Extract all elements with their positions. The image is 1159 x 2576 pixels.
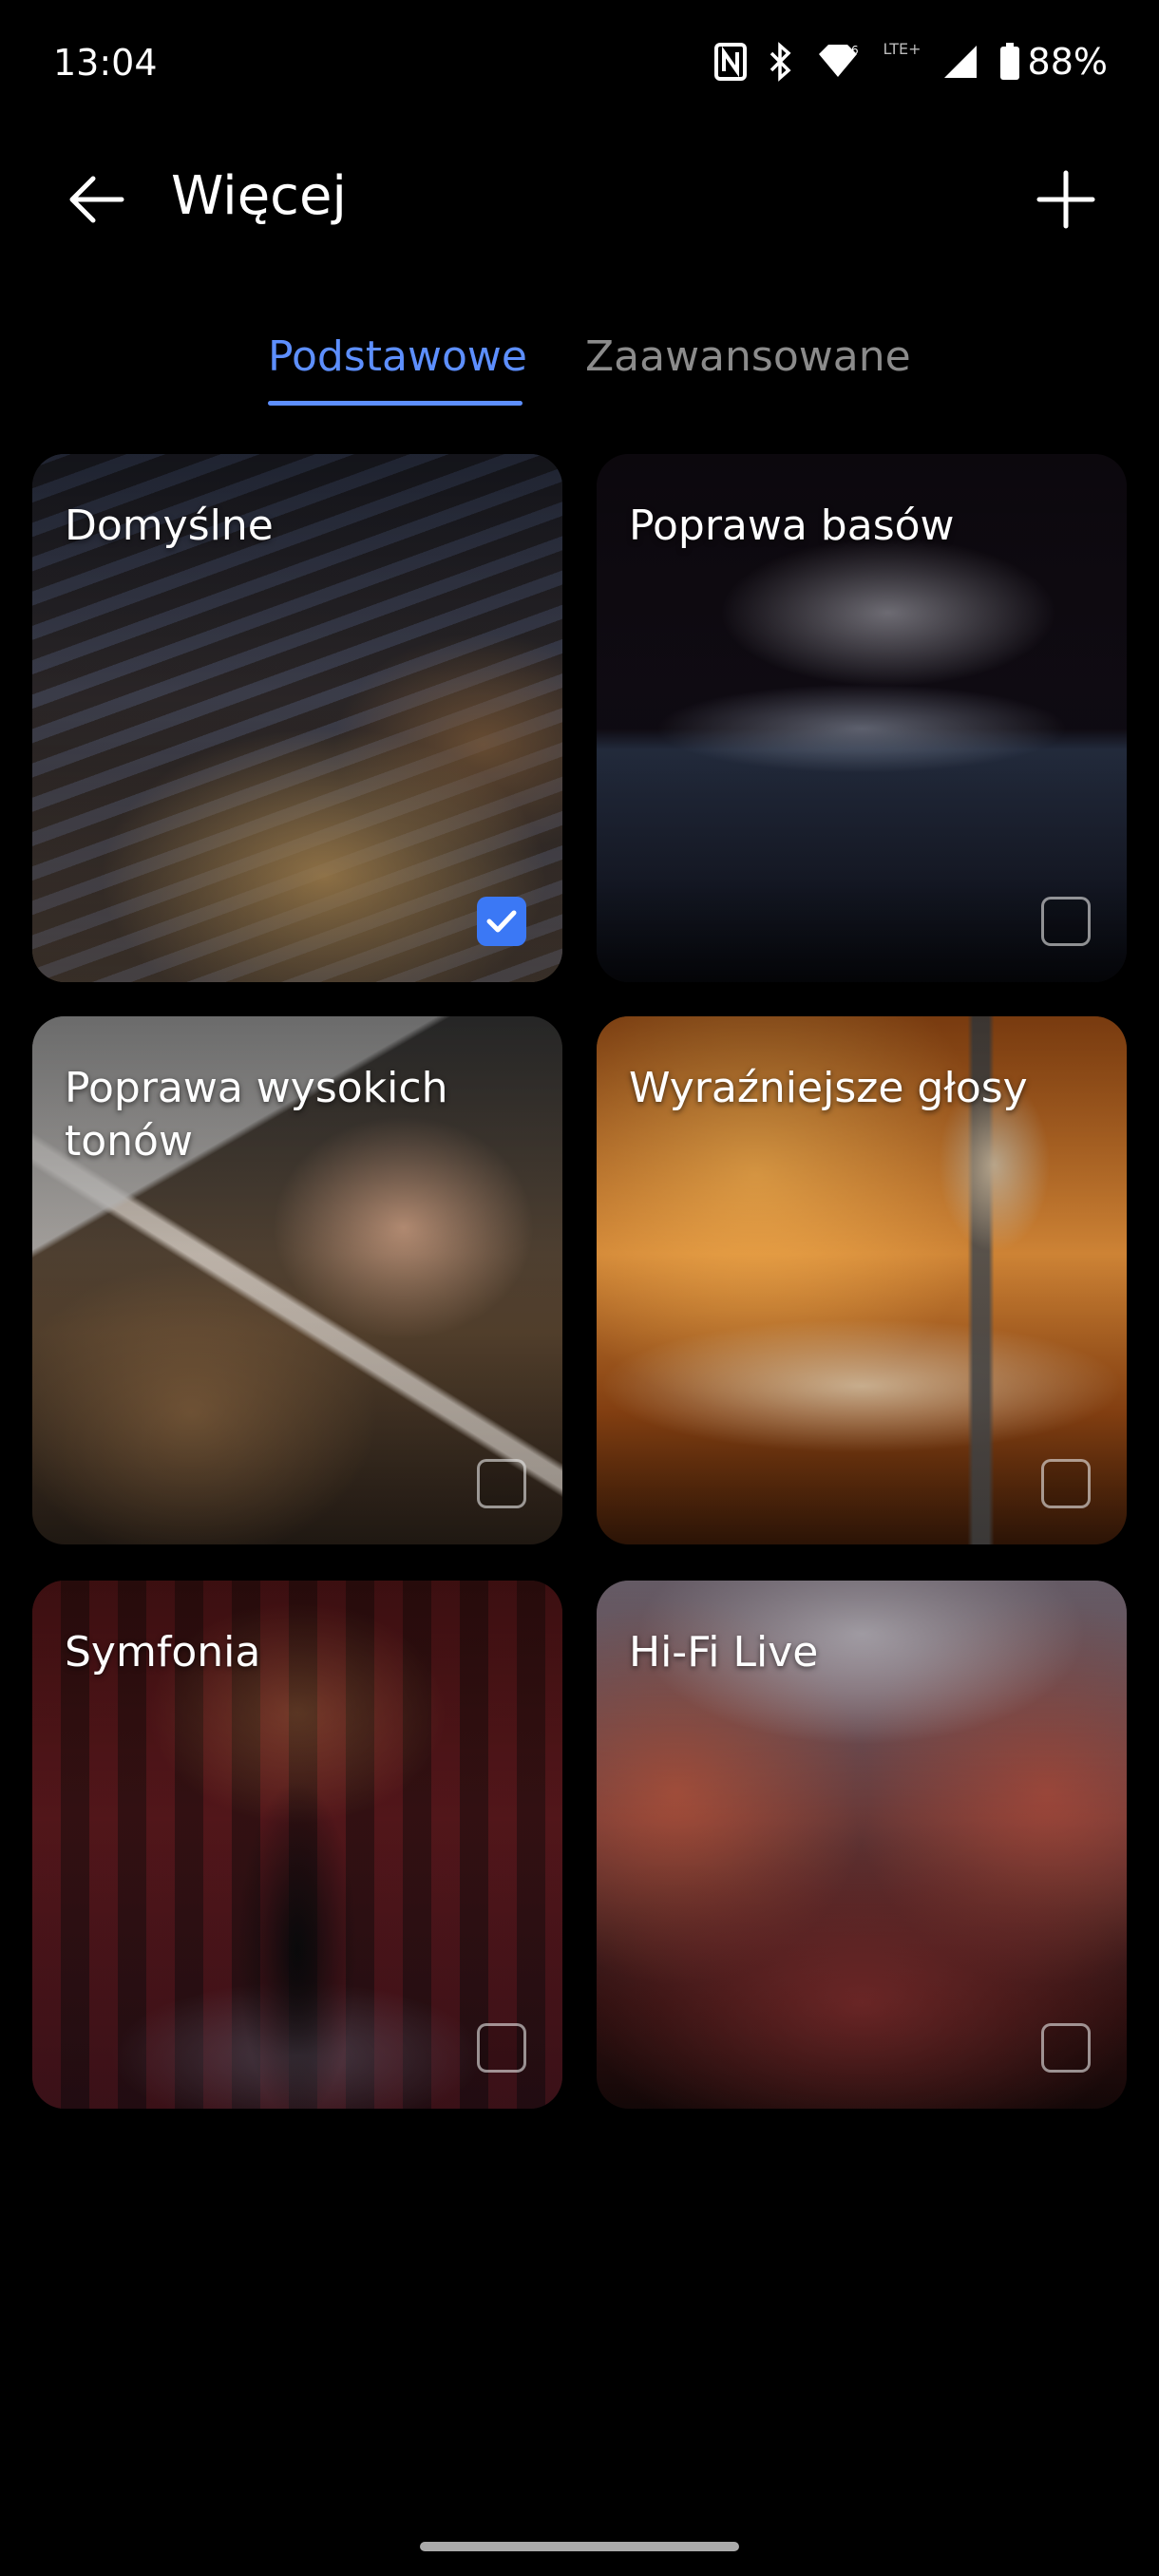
preset-card-default[interactable]: Domyślne [32,454,562,982]
bluetooth-icon [768,42,794,82]
battery-percentage: 88% [1027,41,1108,83]
preset-checkbox[interactable] [1041,2023,1091,2073]
signal-icon [942,44,978,80]
preset-card-vocals[interactable]: Wyraźniejsze głosy [597,1016,1127,1544]
add-button[interactable] [1032,165,1100,234]
preset-label: Wyraźniejsze głosy [629,1064,1028,1112]
preset-card-bass[interactable]: Poprawa basów [597,454,1127,982]
tab-basic[interactable]: Podstawowe [268,332,527,381]
hotspot-diamond-icon: 6 [815,43,863,81]
nfc-icon [713,43,747,81]
status-time: 13:04 [53,42,158,84]
svg-text:6: 6 [851,44,859,57]
preset-checkbox[interactable] [477,2023,526,2073]
preset-checkbox[interactable] [1041,1459,1091,1508]
preset-checkbox[interactable] [1041,897,1091,946]
preset-label: Poprawa wysokich tonów [65,1064,448,1165]
status-bar: 13:04 6 LTE+ 88% [0,0,1159,123]
tab-bar: Podstawowe Zaawansowane [0,332,1159,418]
preset-label: Poprawa basów [629,502,955,550]
preset-label: Hi-Fi Live [629,1628,819,1676]
checkmark-icon [486,910,517,933]
preset-card-treble[interactable]: Poprawa wysokich tonów [32,1016,562,1544]
preset-card-symphony[interactable]: Symfonia [32,1581,562,2109]
battery-icon [999,43,1020,81]
tab-indicator [268,401,522,406]
back-button[interactable] [59,167,135,232]
arrow-left-icon [69,176,124,223]
page-title: Więcej [171,165,347,227]
preset-checkbox-checked[interactable] [477,897,526,946]
lte-label: LTE+ [883,39,922,58]
app-bar: Więcej [0,142,1159,256]
status-icons: 6 LTE+ 88% [713,38,1108,85]
tab-advanced[interactable]: Zaawansowane [585,332,911,381]
preset-checkbox[interactable] [477,1459,526,1508]
preset-label: Domyślne [65,502,274,550]
home-indicator[interactable] [420,2542,739,2551]
preset-label: Symfonia [65,1628,261,1676]
plus-icon [1036,170,1095,229]
preset-card-hifi-live[interactable]: Hi-Fi Live [597,1581,1127,2109]
